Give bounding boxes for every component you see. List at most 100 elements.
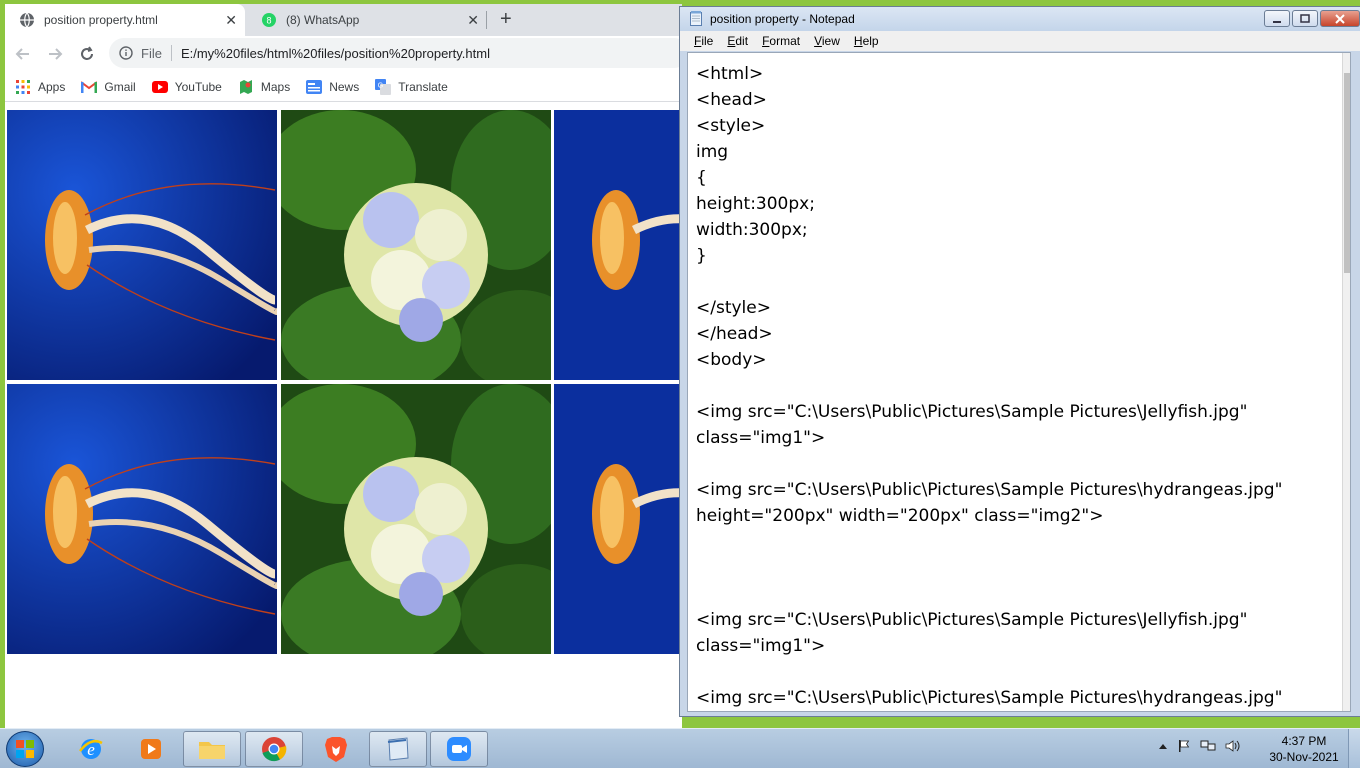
bookmarks-bar: Apps Gmail YouTube Maps News G Translate (5, 72, 682, 102)
bookmark-label: Maps (260, 79, 291, 94)
whatsapp-icon: 8 (261, 12, 277, 28)
code-line: <img src="C:\Users\Public\Pictures\Sampl… (696, 480, 1283, 500)
taskbar: e 4:37 PM 30-Nov-2021 (0, 728, 1360, 768)
close-tab-icon[interactable]: ✕ (225, 13, 237, 27)
maximize-button[interactable] (1292, 10, 1318, 27)
start-button[interactable] (6, 731, 44, 767)
menu-format[interactable]: Format (762, 34, 800, 48)
browser-toolbar: File E:/my%20files/html%20files/position… (5, 36, 682, 72)
bookmark-gmail[interactable]: Gmail (81, 79, 136, 95)
youtube-icon (151, 79, 168, 95)
action-center-flag-icon[interactable] (1177, 739, 1191, 753)
bookmark-maps[interactable]: Maps (238, 79, 290, 95)
bookmark-apps[interactable]: Apps (15, 79, 65, 95)
show-desktop-button[interactable] (1348, 729, 1360, 768)
windows-logo-icon (16, 740, 34, 758)
jellyfish-image (7, 384, 277, 654)
bookmark-youtube[interactable]: YouTube (151, 79, 222, 95)
chrome-window: position property.html ✕ 8 (8) WhatsApp … (5, 4, 682, 728)
security-label: File (141, 45, 162, 61)
network-icon[interactable] (1200, 739, 1216, 753)
internet-explorer-icon: e (79, 739, 103, 759)
taskbar-chrome[interactable] (245, 731, 303, 767)
zoom-icon (447, 737, 471, 761)
code-line: width:300px; (696, 220, 808, 240)
bookmark-news[interactable]: News (306, 79, 359, 95)
volume-icon[interactable] (1225, 739, 1241, 753)
system-clock[interactable]: 4:37 PM 30-Nov-2021 (1262, 733, 1346, 765)
code-line: <style> (696, 116, 766, 136)
maximize-icon (1300, 14, 1310, 23)
code-line: <img src="C:\Users\Public\Pictures\Sampl… (696, 688, 1283, 708)
omnibox-divider (170, 45, 172, 61)
close-icon (1335, 13, 1345, 24)
code-line: <html> (696, 64, 764, 84)
bookmark-label: News (329, 79, 360, 94)
chevron-up-icon (1159, 744, 1167, 749)
taskbar-file-explorer[interactable] (183, 731, 241, 767)
bookmark-label: YouTube (174, 79, 222, 94)
taskbar-brave[interactable] (307, 731, 365, 767)
minimize-icon (1273, 20, 1281, 23)
show-hidden-icons-button[interactable] (1158, 742, 1168, 750)
info-icon (119, 46, 133, 60)
menu-edit[interactable]: Edit (727, 34, 748, 48)
reload-icon (81, 46, 93, 60)
maps-icon (238, 79, 254, 95)
notepad-icon (690, 11, 704, 27)
menu-help[interactable]: Help (854, 34, 879, 48)
tab-whatsapp[interactable]: 8 (8) WhatsApp ✕ (249, 4, 487, 36)
svg-text:8: 8 (266, 16, 271, 26)
new-tab-button[interactable]: + (500, 9, 512, 29)
taskbar-notepad[interactable] (369, 731, 427, 767)
vertical-scrollbar[interactable] (1342, 53, 1350, 711)
notepad-title-bar[interactable]: position property - Notepad (680, 7, 1360, 31)
clock-time: 4:37 PM (1281, 734, 1327, 748)
tab-title: position property.html (44, 13, 158, 27)
taskbar-internet-explorer[interactable]: e (62, 731, 120, 767)
arrow-right-icon (49, 48, 63, 60)
window-title: position property - Notepad (710, 12, 855, 26)
close-tab-icon[interactable]: ✕ (467, 13, 479, 27)
bookmark-label: Apps (38, 79, 66, 94)
taskbar-zoom[interactable] (430, 731, 488, 767)
code-line: <img src="C:\Users\Public\Pictures\Sampl… (696, 402, 1248, 422)
menu-file[interactable]: File (694, 34, 713, 48)
clock-date: 30-Nov-2021 (1269, 750, 1339, 764)
folder-icon (199, 742, 225, 759)
jellyfish-image (554, 384, 682, 654)
tab-position-property[interactable]: position property.html ✕ (5, 4, 245, 36)
hydrangea-image (281, 384, 551, 654)
close-button[interactable] (1320, 10, 1360, 27)
globe-icon (19, 12, 35, 28)
network-monitor-icon (1200, 740, 1216, 751)
minimize-button[interactable] (1264, 10, 1290, 27)
url-text[interactable]: E:/my%20files/html%20files/position%20pr… (181, 46, 490, 61)
back-button[interactable] (13, 44, 33, 64)
svg-text:G: G (378, 82, 383, 89)
notepad-icon (387, 737, 409, 761)
scrollbar-thumb[interactable] (1344, 73, 1350, 273)
tab-divider (486, 11, 487, 29)
hydrangea-image (281, 110, 551, 380)
taskbar-media-player[interactable] (122, 731, 180, 767)
media-player-icon (141, 739, 161, 759)
gmail-icon (81, 79, 98, 95)
reload-button[interactable] (77, 44, 97, 64)
code-line: <head> (696, 90, 767, 110)
bookmark-label: Translate (398, 79, 448, 94)
bookmark-translate[interactable]: G Translate (375, 78, 448, 95)
tab-strip: position property.html ✕ 8 (8) WhatsApp … (5, 4, 682, 36)
forward-button[interactable] (45, 44, 65, 64)
notepad-text-area[interactable]: <html> <head> <style> img {height:300px; widt… (687, 52, 1351, 712)
bookmark-label: Gmail (104, 79, 136, 94)
apps-grid-icon (15, 79, 31, 95)
code-line: height:300px; (696, 194, 815, 214)
notepad-menu-bar: File Edit Format View Help (680, 31, 1360, 51)
menu-view[interactable]: View (814, 34, 840, 48)
address-bar[interactable]: File E:/my%20files/html%20files/position… (109, 38, 682, 68)
notepad-window: position property - Notepad File Edit Fo… (679, 6, 1360, 717)
translate-icon: G (375, 78, 392, 95)
page-content (5, 103, 682, 728)
arrow-left-icon (15, 48, 29, 60)
